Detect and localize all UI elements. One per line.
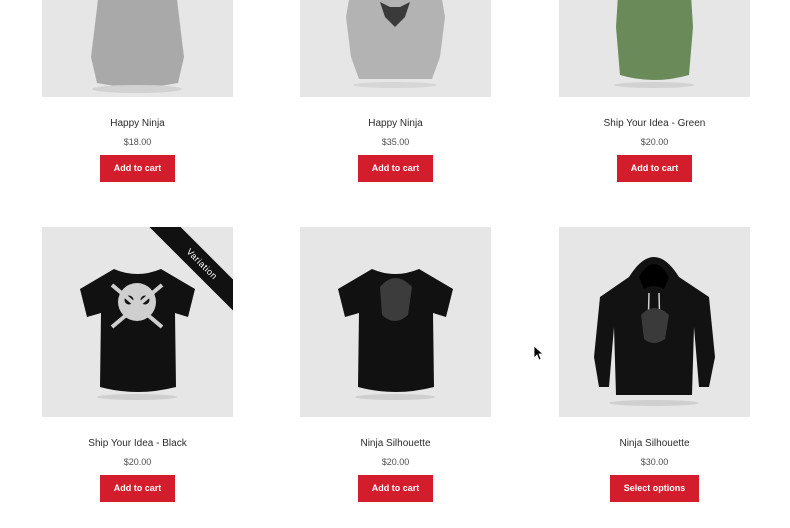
hoodie-icon	[614, 0, 694, 88]
product-price: $20.00	[123, 457, 152, 467]
add-to-cart-button[interactable]: Add to cart	[357, 475, 434, 502]
mouse-cursor-icon	[534, 346, 544, 360]
product-card: Variation Ship Your Idea - Black $20.00 …	[42, 227, 233, 502]
product-card: Happy Ninja $35.00 Add to cart	[300, 0, 491, 182]
product-title[interactable]: Happy Ninja	[42, 117, 233, 131]
product-image[interactable]	[42, 0, 233, 97]
product-price: $20.00	[381, 457, 410, 467]
product-title[interactable]: Happy Ninja	[300, 117, 491, 131]
product-card: Ninja Silhouette $20.00 Add to cart	[300, 227, 491, 502]
product-title[interactable]: Ninja Silhouette	[300, 437, 491, 451]
product-title[interactable]: Ship Your Idea - Black	[42, 437, 233, 451]
ninja-icon	[641, 308, 669, 343]
add-to-cart-button[interactable]: Add to cart	[616, 155, 693, 182]
product-title[interactable]: Ninja Silhouette	[559, 437, 750, 451]
add-to-cart-button[interactable]: Add to cart	[99, 155, 176, 182]
product-title[interactable]: Ship Your Idea - Green	[559, 117, 750, 131]
product-grid: Happy Ninja $18.00 Add to cart Happy Nin…	[0, 0, 790, 528]
product-image[interactable]	[300, 0, 491, 97]
skull-icon	[110, 283, 164, 329]
product-image[interactable]	[300, 227, 491, 417]
product-card: Ship Your Idea - Green $20.00 Add to car…	[559, 0, 750, 182]
ninja-tshirt-icon	[338, 269, 453, 400]
product-image[interactable]: Variation	[42, 227, 233, 417]
product-image[interactable]	[559, 227, 750, 417]
add-to-cart-button[interactable]: Add to cart	[99, 475, 176, 502]
product-image[interactable]	[559, 0, 750, 97]
product-card: Ninja Silhouette $30.00 Select options	[559, 227, 750, 502]
product-price: $18.00	[123, 137, 152, 147]
tshirt-icon	[91, 0, 184, 93]
ninja-icon	[380, 278, 412, 321]
select-options-button[interactable]: Select options	[609, 475, 700, 502]
hoodie-icon	[346, 0, 445, 88]
product-card: Happy Ninja $18.00 Add to cart	[42, 0, 233, 182]
product-price: $35.00	[381, 137, 410, 147]
product-price: $30.00	[640, 457, 669, 467]
product-price: $20.00	[640, 137, 669, 147]
ninja-hoodie-icon	[594, 257, 715, 406]
add-to-cart-button[interactable]: Add to cart	[357, 155, 434, 182]
